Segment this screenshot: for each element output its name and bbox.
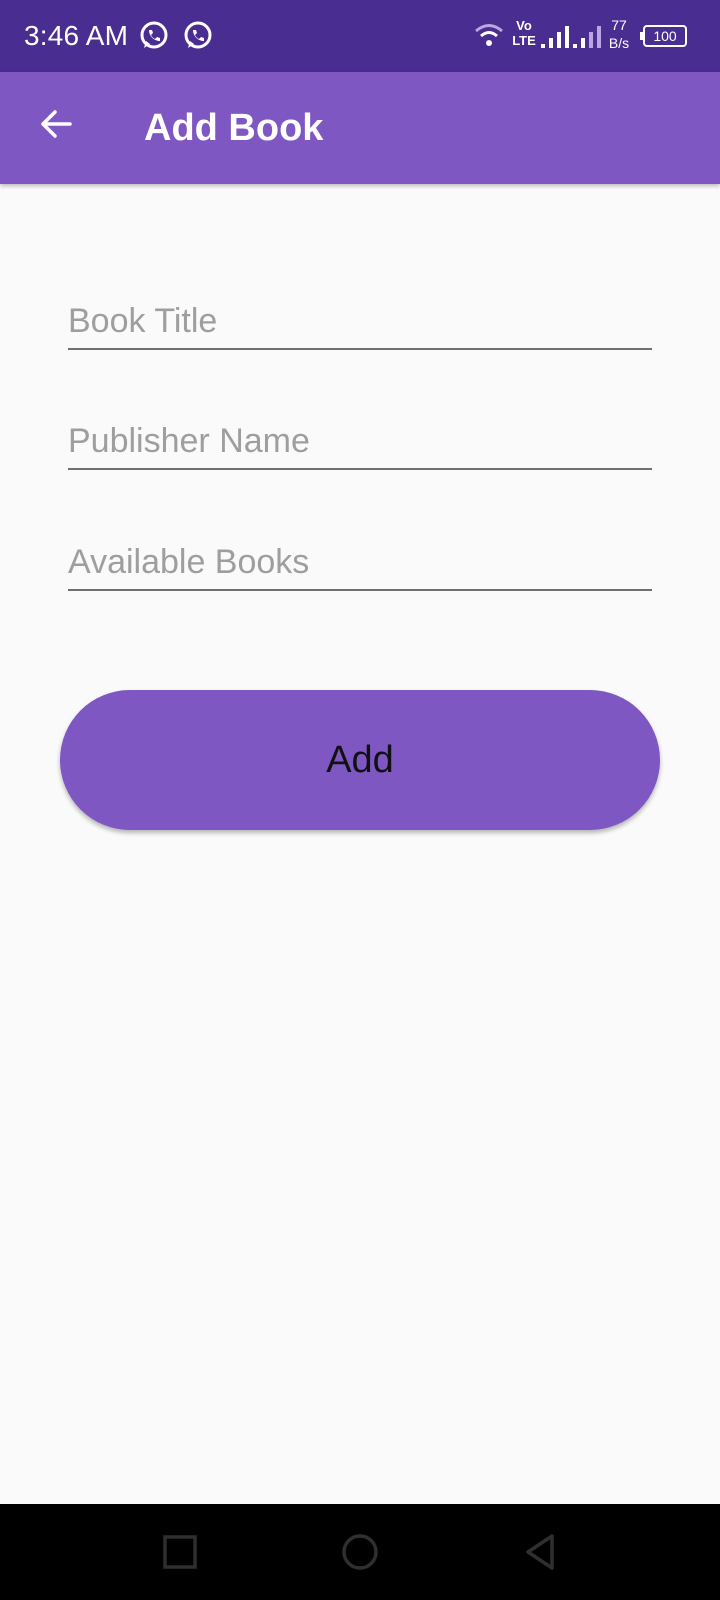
signal-icon	[541, 26, 569, 48]
recents-button[interactable]	[160, 1532, 200, 1572]
whatsapp-icon	[140, 21, 168, 49]
triangle-back-icon	[526, 1534, 554, 1570]
available-books-input[interactable]	[68, 527, 652, 589]
circle-icon	[342, 1534, 378, 1570]
book-title-input[interactable]	[68, 286, 652, 348]
publisher-name-input[interactable]	[68, 406, 652, 468]
battery-level: 100	[653, 28, 677, 44]
net-speed-unit: B/s	[608, 35, 630, 51]
home-button[interactable]	[340, 1532, 380, 1572]
battery-icon: 100	[640, 25, 687, 47]
status-time: 3:46 AM	[24, 20, 129, 51]
available-books-field[interactable]	[68, 527, 652, 591]
whatsapp-icon	[184, 21, 212, 49]
page-title: Add Book	[144, 107, 324, 149]
volte-top-label: Vo	[516, 18, 532, 33]
volte-bottom-label: LTE	[512, 33, 536, 48]
signal-icon	[573, 26, 601, 48]
app-bar: Add Book	[0, 72, 720, 184]
net-speed-value: 77	[611, 17, 627, 33]
arrow-back-icon	[41, 110, 72, 138]
network-speed: 77 B/s	[604, 16, 634, 52]
book-title-field[interactable]	[68, 286, 652, 350]
publisher-name-field[interactable]	[68, 406, 652, 470]
volte-icon: Vo LTE	[510, 18, 538, 48]
nav-back-button[interactable]	[520, 1532, 560, 1572]
wifi-icon	[475, 24, 503, 46]
status-bar: 3:46 AM Vo LTE 77 B/s 100	[0, 0, 720, 72]
back-button[interactable]	[28, 96, 84, 152]
add-button-label: Add	[326, 738, 394, 781]
system-nav-bar	[0, 1504, 720, 1600]
add-button[interactable]: Add	[60, 690, 660, 830]
status-indicators: Vo LTE 77 B/s 100	[460, 0, 720, 72]
square-icon	[163, 1535, 197, 1569]
